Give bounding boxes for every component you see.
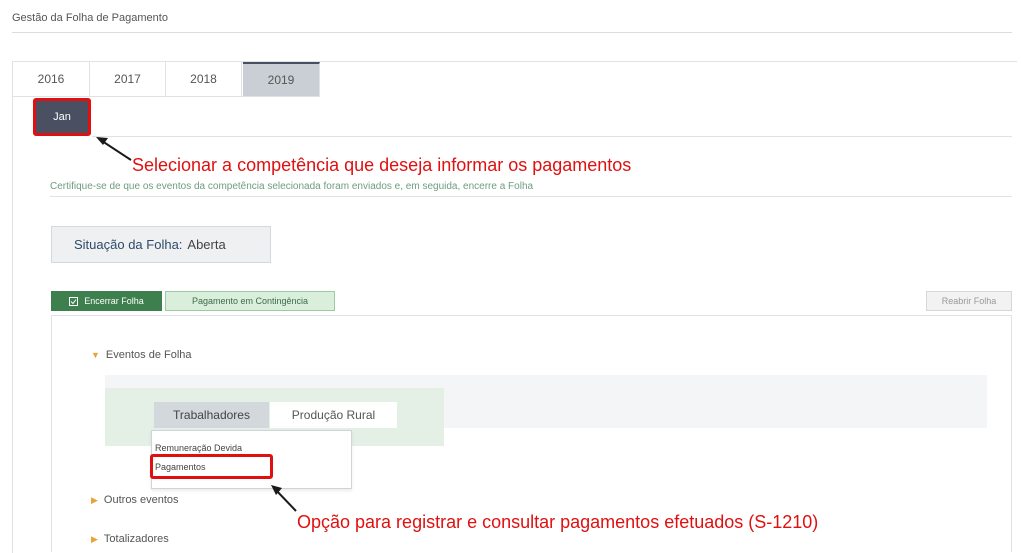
arrow-icon bbox=[271, 485, 297, 512]
arrow-icon bbox=[96, 137, 132, 161]
annotation-arrows bbox=[96, 137, 297, 512]
